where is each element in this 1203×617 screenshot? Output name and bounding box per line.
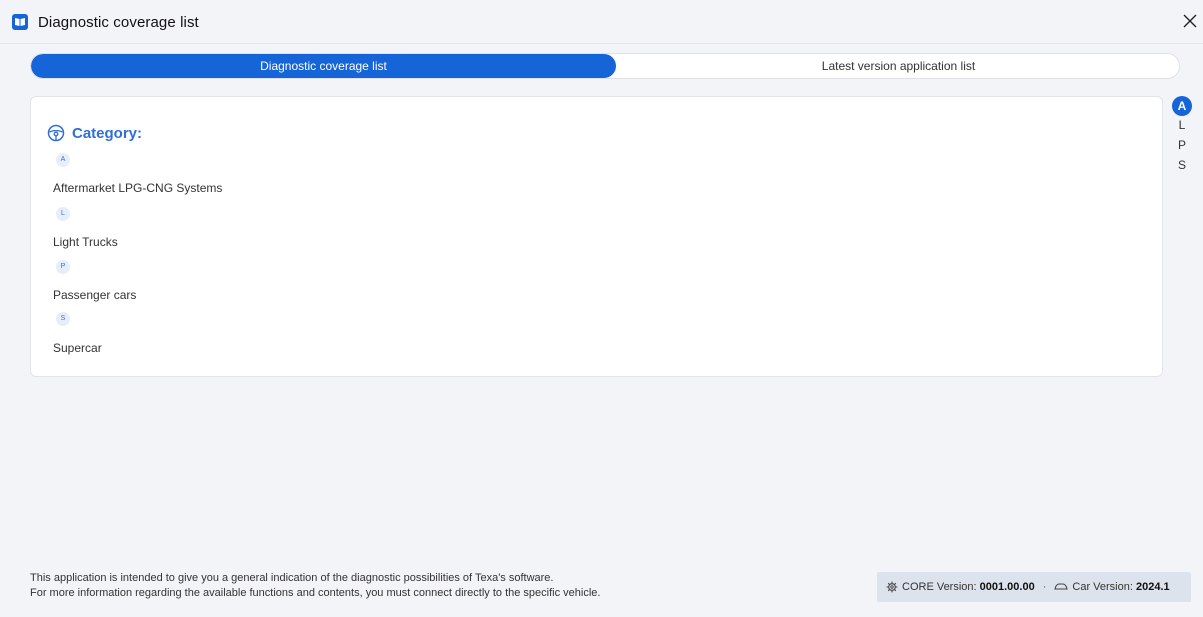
letter-badge-s: S [56, 312, 70, 326]
core-version-value: 0001.00.00 [979, 581, 1035, 593]
close-button[interactable] [1179, 10, 1201, 32]
index-letter-p[interactable]: P [1172, 134, 1192, 156]
category-item-passenger-cars[interactable]: Passenger cars [53, 288, 136, 302]
category-item-supercar[interactable]: Supercar [53, 341, 102, 355]
disclaimer-line-1: This application is intended to give you… [30, 572, 554, 584]
disclaimer-line-2: For more information regarding the avail… [30, 587, 601, 599]
version-separator: · [1042, 581, 1047, 593]
category-header: Category: [47, 123, 142, 143]
window-title: Diagnostic coverage list [38, 14, 199, 31]
index-letter-l[interactable]: L [1172, 116, 1192, 134]
app-book-icon [12, 14, 28, 30]
index-letter-s[interactable]: S [1172, 156, 1192, 174]
car-version-label: Car Version: [1072, 581, 1133, 593]
gear-icon [886, 581, 898, 593]
category-item-light-trucks[interactable]: Light Trucks [53, 235, 118, 249]
car-icon [1054, 583, 1069, 590]
tab-bar: Diagnostic coverage list Latest version … [30, 53, 1180, 79]
close-icon [1183, 14, 1197, 28]
alphabet-index: A L P S [1172, 96, 1192, 174]
category-label: Category: [72, 124, 143, 142]
footer-disclaimer: This application is intended to give you… [30, 571, 600, 601]
category-card: Category: A Aftermarket LPG-CNG Systems … [30, 96, 1163, 377]
letter-badge-p: P [56, 260, 70, 274]
index-letter-a[interactable]: A [1172, 96, 1192, 116]
tab-latest-version-application-list[interactable]: Latest version application list [616, 54, 1179, 78]
car-version-value: 2024.1 [1135, 581, 1170, 593]
letter-badge-a: A [56, 153, 70, 167]
core-version-label: CORE Version: [902, 581, 977, 593]
category-item-aftermarket-lpg-cng[interactable]: Aftermarket LPG-CNG Systems [53, 181, 222, 195]
title-bar: Diagnostic coverage list [0, 0, 1203, 44]
version-info: CORE Version: 0001.00.00 · Car Version: … [877, 572, 1191, 602]
letter-badge-l: L [56, 207, 70, 221]
tab-diagnostic-coverage-list[interactable]: Diagnostic coverage list [31, 54, 616, 78]
steering-wheel-icon [47, 124, 65, 142]
